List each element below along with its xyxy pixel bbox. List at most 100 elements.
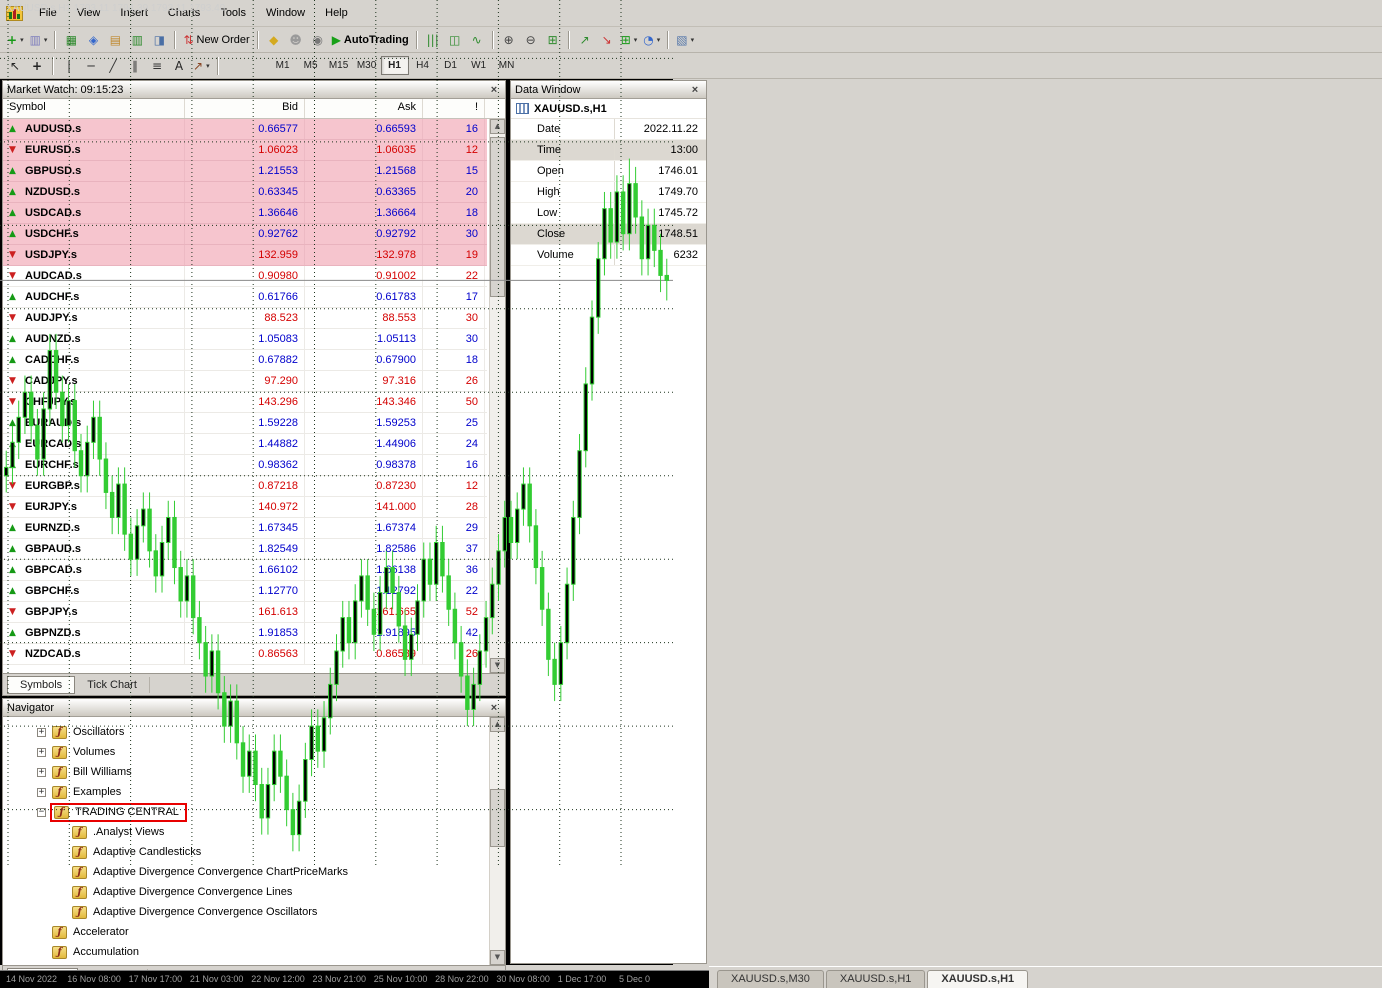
candle bbox=[353, 584, 356, 659]
candle bbox=[646, 209, 649, 276]
candle bbox=[547, 593, 550, 676]
candle bbox=[335, 634, 338, 701]
navigator-item-label: Accelerator bbox=[73, 926, 129, 938]
candle bbox=[540, 551, 543, 626]
candle bbox=[360, 559, 363, 617]
candle bbox=[385, 551, 388, 609]
candle bbox=[628, 159, 631, 251]
candle bbox=[285, 760, 288, 827]
candle bbox=[597, 242, 600, 334]
candle bbox=[441, 526, 444, 593]
candle bbox=[466, 659, 469, 726]
candle bbox=[11, 426, 14, 484]
candle bbox=[154, 534, 157, 592]
time-axis-label: 5 Dec 0 bbox=[619, 974, 650, 984]
candle bbox=[553, 643, 556, 701]
candle bbox=[378, 576, 381, 651]
navigator-item-label: Adaptive Divergence Convergence Oscillat… bbox=[93, 906, 317, 918]
navigator-item-adaptive-divergence-convergence-lines[interactable]: ƒ Adaptive Divergence Convergence Lines bbox=[3, 882, 489, 902]
candle bbox=[515, 492, 518, 559]
candle bbox=[54, 334, 57, 409]
candle bbox=[210, 634, 213, 692]
chart-tab-1[interactable]: XAUUSD.s,H1 bbox=[826, 970, 926, 988]
candle bbox=[410, 618, 413, 676]
candle bbox=[665, 259, 668, 301]
candle bbox=[185, 559, 188, 617]
candle bbox=[98, 401, 101, 476]
candle bbox=[397, 576, 400, 643]
navigator-item-adaptive-divergence-convergence-oscillators[interactable]: ƒAdaptive Divergence Convergence Oscilla… bbox=[3, 902, 489, 922]
chart-window-tabbar: XAUUSD.s,M30XAUUSD.s,H1XAUUSD.s,H1 bbox=[709, 966, 1382, 988]
chart-tab-2[interactable]: XAUUSD.s,H1 bbox=[927, 970, 1028, 988]
candle bbox=[42, 392, 45, 475]
indicator-icon: ƒ bbox=[72, 886, 87, 899]
candle bbox=[17, 401, 20, 459]
chart-ohlc-info: XAUUSD.s,H1 1793.11 1794.39 1793.11 1793… bbox=[6, 3, 225, 14]
time-axis-label: 22 Nov 12:00 bbox=[251, 974, 305, 984]
candle bbox=[110, 476, 113, 534]
chart-snapshot-icon: ▧ bbox=[676, 34, 687, 46]
candle bbox=[86, 426, 89, 493]
candle bbox=[478, 634, 481, 701]
candle bbox=[310, 709, 313, 776]
candle bbox=[135, 509, 138, 576]
candle bbox=[653, 209, 656, 267]
candle bbox=[578, 434, 581, 534]
candle bbox=[198, 601, 201, 659]
candle bbox=[534, 509, 537, 584]
chart-window: XAUUSD.s,H1 1793.11 1794.39 1793.11 1793… bbox=[0, 79, 673, 965]
candle bbox=[179, 551, 182, 618]
candle bbox=[167, 501, 170, 559]
indicator-icon: ƒ bbox=[52, 946, 67, 959]
time-axis-label: 25 Nov 10:00 bbox=[374, 974, 428, 984]
close-icon[interactable]: × bbox=[688, 84, 702, 96]
candle bbox=[191, 559, 194, 634]
candle bbox=[403, 609, 406, 676]
candle bbox=[509, 501, 512, 559]
candle bbox=[565, 568, 568, 660]
candle bbox=[634, 167, 637, 234]
chart-snapshot-dropdown-arrow[interactable]: ▾ bbox=[691, 36, 695, 44]
candle bbox=[216, 634, 219, 709]
time-axis-label: 28 Nov 22:00 bbox=[435, 974, 489, 984]
time-axis-label: 16 Nov 08:00 bbox=[67, 974, 121, 984]
candle bbox=[223, 676, 226, 743]
candle bbox=[453, 593, 456, 660]
chart-tab-0[interactable]: XAUUSD.s,M30 bbox=[717, 970, 824, 988]
candle bbox=[23, 376, 26, 434]
candle bbox=[584, 367, 587, 467]
time-axis-label: 17 Nov 17:00 bbox=[129, 974, 183, 984]
time-axis-label: 1 Dec 17:00 bbox=[558, 974, 607, 984]
time-axis-label: 30 Nov 08:00 bbox=[496, 974, 550, 984]
candle bbox=[266, 768, 269, 835]
navigator-item-label: Adaptive Divergence Convergence Lines bbox=[93, 886, 292, 898]
candle bbox=[304, 743, 307, 818]
candle bbox=[434, 526, 437, 601]
candle bbox=[615, 175, 618, 258]
scroll-down-icon[interactable]: ▼ bbox=[490, 950, 505, 965]
candle bbox=[291, 793, 294, 851]
candle bbox=[123, 467, 126, 550]
candle bbox=[341, 601, 344, 668]
candle bbox=[447, 559, 450, 626]
candle bbox=[497, 534, 500, 601]
navigator-item-accumulation[interactable]: ƒAccumulation bbox=[3, 942, 489, 962]
candle bbox=[366, 559, 369, 626]
candle bbox=[5, 451, 8, 493]
navigator-item-accelerator[interactable]: ƒAccelerator bbox=[3, 922, 489, 942]
candle bbox=[229, 684, 232, 742]
candle bbox=[92, 401, 95, 459]
candle bbox=[36, 409, 39, 476]
candle bbox=[659, 234, 662, 292]
candle bbox=[260, 768, 263, 835]
candle bbox=[590, 300, 593, 400]
candle bbox=[484, 601, 487, 668]
candle bbox=[640, 200, 643, 275]
candle bbox=[297, 785, 300, 852]
chart-snapshot-button[interactable]: ▧▾ bbox=[673, 30, 697, 50]
candle bbox=[79, 434, 82, 492]
price-chart[interactable] bbox=[0, 0, 673, 868]
candle bbox=[503, 501, 506, 568]
candle bbox=[142, 492, 145, 542]
candle bbox=[322, 701, 325, 768]
